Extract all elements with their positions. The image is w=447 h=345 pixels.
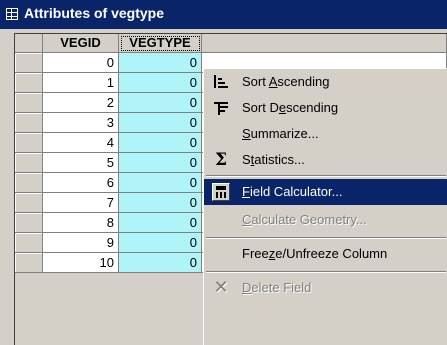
cell-vegid[interactable]: 7 bbox=[43, 193, 119, 213]
menu-separator bbox=[206, 237, 446, 239]
menu-item-statistics[interactable]: Σ Statistics... bbox=[204, 147, 447, 173]
cell-vegtype[interactable]: 0 bbox=[119, 193, 202, 213]
menu-item-label: Calculate Geometry... bbox=[242, 212, 367, 227]
calculator-icon bbox=[212, 183, 230, 201]
menu-item-label: Summarize... bbox=[242, 126, 319, 141]
cell-vegtype[interactable]: 0 bbox=[119, 153, 202, 173]
cell-vegid[interactable]: 3 bbox=[43, 113, 119, 133]
cell-vegtype[interactable]: 0 bbox=[119, 93, 202, 113]
menu-separator bbox=[206, 175, 446, 177]
cell-vegid[interactable]: 9 bbox=[43, 233, 119, 253]
row-selector[interactable] bbox=[15, 173, 43, 193]
column-header-empty bbox=[202, 34, 447, 53]
delete-x-icon: ✕ bbox=[213, 277, 229, 298]
cell-vegtype[interactable]: 0 bbox=[119, 53, 202, 73]
cell-vegid[interactable]: 10 bbox=[43, 253, 119, 273]
sort-ascending-icon bbox=[214, 75, 228, 88]
column-header-vegid[interactable]: VEGID bbox=[43, 34, 119, 53]
row-selector[interactable] bbox=[15, 113, 43, 133]
cell-vegid[interactable]: 4 bbox=[43, 133, 119, 153]
menu-item-label: Sort Ascending bbox=[242, 74, 330, 89]
row-selector[interactable] bbox=[15, 93, 43, 113]
cell-vegtype[interactable]: 0 bbox=[119, 233, 202, 253]
row-selector[interactable] bbox=[15, 153, 43, 173]
cell-vegtype[interactable]: 0 bbox=[119, 173, 202, 193]
menu-item-field-calculator[interactable]: Field Calculator... bbox=[204, 179, 447, 205]
sigma-icon: Σ bbox=[214, 150, 228, 170]
menu-item-sort-ascending[interactable]: Sort Ascending bbox=[204, 69, 447, 95]
row-selector[interactable] bbox=[15, 253, 43, 273]
menu-item-calculate-geometry: Calculate Geometry... bbox=[204, 207, 447, 233]
cell-vegid[interactable]: 5 bbox=[43, 153, 119, 173]
menu-item-sort-descending[interactable]: Sort Descending bbox=[204, 95, 447, 121]
sort-descending-icon bbox=[214, 102, 228, 115]
cell-vegtype[interactable]: 0 bbox=[119, 133, 202, 153]
row-selector[interactable] bbox=[15, 133, 43, 153]
menu-item-summarize[interactable]: Summarize... bbox=[204, 121, 447, 147]
cell-vegtype[interactable]: 0 bbox=[119, 213, 202, 233]
cell-vegtype[interactable]: 0 bbox=[119, 113, 202, 133]
window-title-bar[interactable]: Attributes of vegtype bbox=[0, 0, 447, 29]
cell-vegid[interactable]: 2 bbox=[43, 93, 119, 113]
cell-vegtype[interactable]: 0 bbox=[119, 73, 202, 93]
column-header-vegtype[interactable]: VEGTYPE bbox=[119, 34, 202, 53]
cell-vegid[interactable]: 0 bbox=[43, 53, 119, 73]
menu-item-freeze-unfreeze[interactable]: Freeze/Unfreeze Column bbox=[204, 241, 447, 267]
table-icon bbox=[6, 8, 18, 20]
menu-separator bbox=[206, 271, 446, 273]
menu-item-label: Statistics... bbox=[242, 152, 305, 167]
row-selector[interactable] bbox=[15, 53, 43, 73]
menu-item-label: Delete Field bbox=[242, 280, 312, 295]
menu-item-label: Field Calculator... bbox=[242, 184, 343, 199]
cell-vegid[interactable]: 6 bbox=[43, 173, 119, 193]
row-selector[interactable] bbox=[15, 213, 43, 233]
select-all-corner[interactable] bbox=[15, 34, 43, 53]
menu-item-label: Sort Descending bbox=[242, 100, 339, 115]
menu-item-label: Freeze/Unfreeze Column bbox=[242, 246, 388, 261]
row-selector[interactable] bbox=[15, 233, 43, 253]
column-context-menu: Sort Ascending Sort Descending Summarize… bbox=[203, 68, 447, 345]
row-selector[interactable] bbox=[15, 73, 43, 93]
cell-vegtype[interactable]: 0 bbox=[119, 253, 202, 273]
cell-vegid[interactable]: 1 bbox=[43, 73, 119, 93]
window-title: Attributes of vegtype bbox=[24, 5, 165, 21]
cell-vegid[interactable]: 8 bbox=[43, 213, 119, 233]
row-selector[interactable] bbox=[15, 193, 43, 213]
menu-item-delete-field: ✕ Delete Field bbox=[204, 275, 447, 301]
